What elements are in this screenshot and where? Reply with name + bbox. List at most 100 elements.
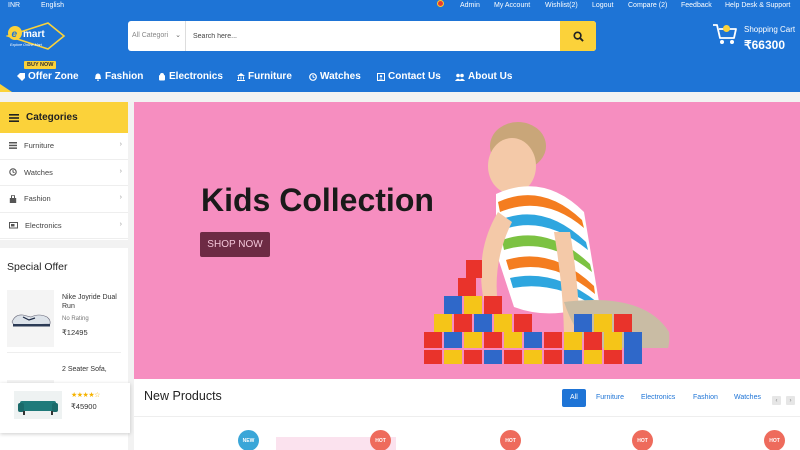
shop-now-button[interactable]: SHOP NOW [200, 232, 270, 257]
special-offer-item[interactable]: Nike Joyride Dual Run No Rating ₹12495 [7, 290, 121, 350]
sidebar-item-furniture[interactable]: Furniture › [0, 133, 128, 160]
new-products-title: New Products [144, 389, 222, 403]
kid-with-blocks-image [414, 122, 800, 379]
search-input[interactable] [188, 21, 558, 51]
menu-icon [9, 113, 19, 122]
tab-furniture[interactable]: Furniture [588, 389, 632, 407]
product-rating-stars: ★★★★☆ [71, 392, 100, 399]
hot-badge: HOT [370, 430, 391, 450]
tag-icon [17, 72, 25, 81]
category-dropdown-value: All Categori [132, 32, 169, 39]
sidebar-item-label: Furniture [24, 141, 55, 151]
contact-card-icon [377, 72, 385, 81]
bag-icon [9, 194, 17, 203]
tab-fashion[interactable]: Fashion [685, 389, 726, 407]
chevron-right-icon: › [119, 220, 122, 228]
hero-banner[interactable]: Kids Collection SHOP NOW [134, 102, 800, 379]
nav-furniture-label: Furniture [248, 71, 292, 82]
header: e mart Explore Online Mart All Categori … [0, 11, 800, 61]
sidebar-item-watches[interactable]: Watches › [0, 160, 128, 186]
product-rating: No Rating [62, 316, 89, 322]
page: INR English Admin My Account Wishlist(2)… [0, 0, 800, 450]
product-name[interactable]: Nike Joyride Dual Run [62, 293, 124, 311]
nav-watches-label: Watches [320, 71, 361, 82]
chevron-right-icon: › [119, 167, 122, 175]
sidebar-item-label: Electronics [25, 220, 62, 230]
nav-contact-us[interactable]: Contact Us [377, 71, 441, 82]
new-badge: NEW [238, 430, 259, 450]
sidebar-item-label: Fashion [24, 194, 51, 204]
special-offer-title: Special Offer [7, 261, 68, 273]
product-image-sofa[interactable] [14, 391, 62, 419]
currency-select[interactable]: INR [8, 1, 20, 10]
carousel-next-button[interactable]: › [786, 396, 795, 405]
product-name[interactable]: 2 Seater Sofa, [62, 365, 124, 374]
users-icon [455, 73, 465, 81]
cart-label[interactable]: Shopping Cart [744, 25, 795, 34]
buy-now-badge: BUY NOW [24, 61, 57, 69]
chevron-right-icon: › [119, 141, 122, 148]
cart-count-badge [723, 25, 730, 32]
tab-electronics[interactable]: Electronics [633, 389, 683, 407]
chevron-right-icon: › [119, 194, 122, 201]
table-icon [9, 142, 17, 150]
categories-title: Categories [26, 112, 78, 123]
category-dropdown[interactable]: All Categori ⌄ [128, 21, 186, 51]
product-image-shoe[interactable] [7, 290, 54, 347]
search-icon [572, 30, 584, 42]
compare-link[interactable]: Compare (2) [628, 1, 667, 10]
notification-icon[interactable] [437, 0, 444, 7]
hot-badge: HOT [500, 430, 521, 450]
nav-contact-us-label: Contact Us [388, 71, 441, 82]
hot-badge: HOT [632, 430, 653, 450]
bell-icon [95, 73, 101, 81]
new-products-header: New Products All Furniture Electronics F… [134, 379, 800, 417]
logout-link[interactable]: Logout [592, 1, 613, 10]
nav-offer-zone[interactable]: Offer Zone [17, 71, 79, 82]
search-bar: All Categori ⌄ [128, 21, 596, 51]
tab-watches[interactable]: Watches [726, 389, 769, 407]
language-select[interactable]: English [41, 1, 64, 10]
main-nav: BUY NOW Offer Zone Fashion Electronics F… [0, 61, 800, 92]
nav-electronics-label: Electronics [169, 71, 223, 82]
categories-panel: Categories Furniture › Watches › Fashion… [0, 102, 128, 240]
spacer-strip [0, 92, 800, 102]
nav-furniture[interactable]: Furniture [237, 71, 292, 82]
product-price: ₹45900 [71, 402, 97, 411]
search-button[interactable] [560, 21, 596, 51]
recent-product-popup[interactable]: ★★★★☆ ₹45900 [0, 383, 130, 433]
logo-tagline: Explore Online Mart [10, 43, 43, 47]
tab-all[interactable]: All [562, 389, 586, 407]
tv-icon [9, 221, 18, 229]
divider [7, 352, 121, 353]
sidebar-item-label: Watches [24, 167, 53, 177]
categories-header[interactable]: Categories [0, 102, 128, 133]
wishlist-link[interactable]: Wishlist(2) [545, 1, 578, 10]
nav-about-us[interactable]: About Us [455, 71, 512, 82]
new-products-grid: NEW HOT HOT HOT HOT [134, 417, 800, 450]
nav-fashion-label: Fashion [105, 71, 144, 82]
my-account-link[interactable]: My Account [494, 1, 530, 10]
product-price: ₹12495 [62, 328, 88, 337]
android-icon [159, 72, 165, 80]
bank-icon [237, 72, 245, 81]
banner-title: Kids Collection [201, 182, 434, 218]
nav-accent [0, 84, 12, 92]
nav-electronics[interactable]: Electronics [158, 71, 223, 82]
hot-badge: HOT [764, 430, 785, 450]
nav-about-us-label: About Us [468, 71, 513, 82]
sidebar-item-electronics[interactable]: Electronics › [0, 213, 128, 239]
nav-fashion[interactable]: Fashion [94, 71, 143, 82]
nav-watches[interactable]: Watches [309, 71, 361, 82]
admin-link[interactable]: Admin [460, 1, 480, 10]
emart-logo[interactable]: e mart Explore Online Mart [5, 19, 66, 53]
help-desk-link[interactable]: Help Desk & Support [725, 1, 790, 10]
sidebar-item-fashion[interactable]: Fashion › [0, 186, 128, 213]
carousel-prev-button[interactable]: ‹ [772, 396, 781, 405]
feedback-link[interactable]: Feedback [681, 1, 712, 10]
clock-icon [309, 72, 317, 81]
clock-icon [9, 168, 17, 177]
svg-text:e: e [12, 29, 18, 40]
logo-text: mart [23, 29, 45, 40]
cart-total: ₹66300 [744, 38, 786, 52]
